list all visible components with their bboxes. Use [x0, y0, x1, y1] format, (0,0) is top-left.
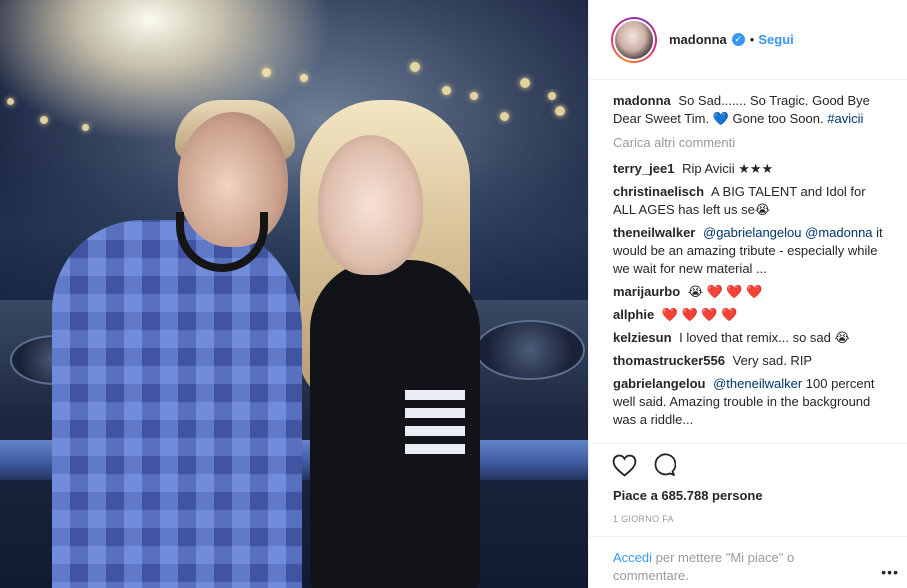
comment-text: I loved that remix... so sad 😭 — [679, 330, 850, 345]
comment-author[interactable]: thomastrucker556 — [613, 353, 725, 368]
login-divider — [589, 536, 907, 537]
story-ring[interactable] — [611, 16, 657, 63]
comment: thomastrucker556 Very sad. RIP — [613, 352, 885, 370]
header-separator: • — [749, 32, 755, 47]
comment-author[interactable]: theneilwalker — [613, 225, 695, 240]
login-link[interactable]: Accedi — [613, 550, 652, 565]
comment-mention[interactable]: @theneilwalker — [713, 376, 802, 391]
comment: marijaurbo 😭 ❤️ ❤️ ❤️ — [613, 283, 885, 301]
photo-light — [82, 124, 89, 131]
load-more-comments-button[interactable]: Carica altri commenti — [613, 134, 885, 152]
comment-author[interactable]: kelziesun — [613, 330, 672, 345]
comment-author[interactable]: gabrielangelou — [613, 376, 705, 391]
post-sidebar: madonna ✓ • Segui madonna So Sad....... … — [588, 0, 907, 588]
heart-outline-icon[interactable] — [611, 452, 637, 478]
comment: kelziesun I loved that remix... so sad 😭 — [613, 329, 885, 347]
comment-author[interactable]: terry_jee1 — [613, 161, 674, 176]
instagram-post: madonna ✓ • Segui madonna So Sad....... … — [0, 0, 907, 588]
comment-author[interactable]: marijaurbo — [613, 284, 680, 299]
verified-badge-icon: ✓ — [731, 33, 745, 46]
caption: madonna So Sad....... So Tragic. Good By… — [613, 92, 885, 128]
comment: terry_jee1 Rip Avicii ★★★ — [613, 160, 885, 178]
comment: christinaelisch A BIG TALENT and Idol fo… — [613, 183, 885, 219]
login-prompt: Accedi per mettere "Mi piace" o commenta… — [613, 549, 861, 585]
caption-hashtag[interactable]: #avicii — [827, 111, 863, 126]
photo-person-left-body — [52, 220, 302, 588]
comment: gabrielangelou @theneilwalker 100 percen… — [613, 375, 885, 429]
follow-button[interactable]: Segui — [758, 32, 793, 47]
comment-mention[interactable]: @gabrielangelou — [703, 225, 802, 240]
header-username[interactable]: madonna — [669, 32, 727, 47]
post-actions — [611, 452, 677, 478]
photo-light — [442, 86, 451, 95]
comment: allphie ❤️ ❤️ ❤️ ❤️ — [613, 306, 885, 324]
comment-text: ❤️ ❤️ ❤️ ❤️ — [661, 307, 738, 322]
comments-list[interactable]: madonna So Sad....... So Tragic. Good By… — [589, 81, 907, 441]
comment-author[interactable]: christinaelisch — [613, 184, 704, 199]
caption-author[interactable]: madonna — [613, 93, 671, 108]
likes-count[interactable]: Piace a 685.788 persone — [613, 488, 763, 503]
comment-text: 😭 ❤️ ❤️ ❤️ — [687, 284, 763, 299]
photo-light — [555, 106, 565, 116]
post-timestamp[interactable]: 1 GIORNO FA — [613, 514, 674, 524]
photo-person-right-sleeve — [405, 390, 465, 460]
photo-person-right-face — [318, 135, 423, 275]
photo-light — [262, 68, 271, 77]
photo-light — [7, 98, 14, 105]
comment-text: Rip Avicii ★★★ — [682, 161, 774, 176]
photo-light — [520, 78, 530, 88]
caption-text-end: Gone too Soon. — [732, 111, 824, 126]
comment-author[interactable]: allphie — [613, 307, 654, 322]
comment: theneilwalker @gabrielangelou @madonna i… — [613, 224, 885, 278]
avatar[interactable] — [613, 18, 655, 61]
post-header: madonna ✓ • Segui — [589, 0, 907, 80]
photo-light — [410, 62, 420, 72]
actions-divider — [589, 443, 907, 444]
photo-light — [548, 92, 556, 100]
photo-light — [500, 112, 509, 121]
blue-heart-emoji: 💙 — [712, 111, 729, 126]
photo-light — [300, 74, 308, 82]
photo-light — [40, 116, 48, 124]
comment-mention[interactable]: @madonna — [805, 225, 872, 240]
photo-light — [470, 92, 478, 100]
speech-bubble-icon[interactable] — [651, 452, 677, 478]
photo-turntable — [475, 320, 585, 380]
comment-text: Very sad. RIP — [732, 353, 813, 368]
more-options-icon[interactable]: ••• — [881, 564, 899, 580]
post-photo[interactable] — [0, 0, 588, 588]
